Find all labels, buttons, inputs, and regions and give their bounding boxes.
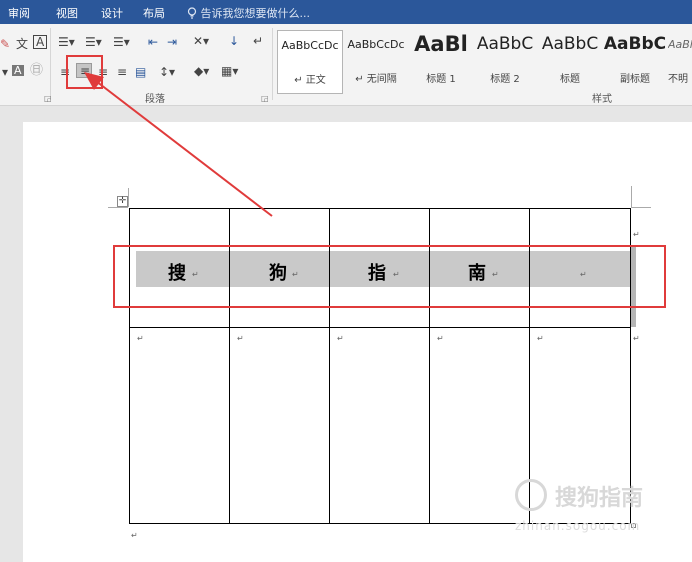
watermark: 搜狗指南 zhinan.sogou.com: [515, 477, 675, 539]
watermark-brand: 搜狗指南: [555, 486, 644, 511]
watermark-logo-icon: [515, 479, 547, 511]
watermark-url: zhinan.sogou.com: [515, 519, 641, 533]
